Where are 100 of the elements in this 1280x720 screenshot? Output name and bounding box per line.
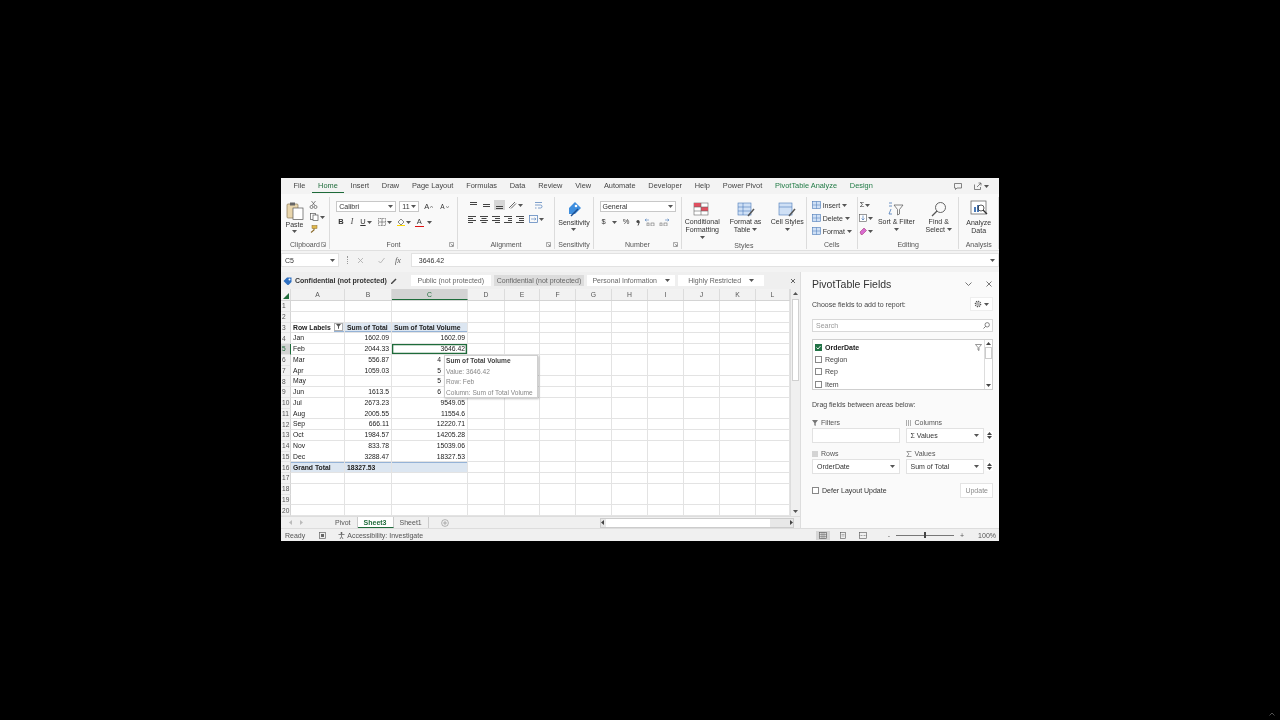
conditional-formatting-icon	[693, 201, 712, 217]
scrollbar-thumb[interactable]	[606, 518, 770, 527]
previous-sheet-icon	[289, 520, 292, 525]
insert-function-button[interactable]: fx	[395, 255, 401, 265]
fill-color-button[interactable]	[395, 217, 412, 227]
share-button[interactable]	[972, 180, 991, 192]
analyze-data-icon	[969, 200, 988, 218]
dialog-launcher-icon[interactable]	[673, 242, 678, 247]
add-icon	[440, 518, 449, 527]
copy-button[interactable]	[308, 212, 326, 222]
chevron-up-icon	[430, 205, 434, 208]
scissors-icon	[308, 201, 318, 209]
scroll-right-icon	[790, 520, 793, 525]
format-cells-icon	[811, 227, 821, 235]
caret-icon	[411, 205, 417, 208]
filter-button[interactable]	[334, 322, 343, 331]
increase-indent-icon	[515, 215, 525, 223]
comments-button[interactable]	[952, 180, 964, 192]
caret-icon	[571, 227, 577, 231]
check-icon	[816, 344, 821, 350]
sort-filter-icon	[887, 201, 906, 217]
caret-icon	[893, 228, 899, 232]
caret-icon	[946, 228, 952, 232]
borders-icon	[377, 218, 386, 226]
caret-icon	[974, 465, 979, 468]
pencil-icon	[389, 277, 397, 284]
scrollbar-thumb[interactable]	[792, 299, 799, 381]
checkbox[interactable]	[815, 368, 822, 376]
caret-icon	[386, 220, 392, 224]
settings-button[interactable]	[970, 297, 993, 311]
caret-icon	[842, 203, 848, 207]
scroll-up-icon	[986, 342, 991, 345]
columns-icon	[905, 419, 912, 426]
close-button[interactable]	[986, 281, 992, 287]
increase-decimal-icon	[645, 218, 656, 226]
caret-icon	[426, 220, 432, 224]
select-all-icon	[283, 293, 289, 299]
clear-button[interactable]	[857, 226, 874, 236]
decrease-indent-icon	[503, 215, 513, 223]
checkbox[interactable]	[815, 343, 822, 351]
cell-styles-icon	[778, 201, 797, 217]
merge-cells-icon	[528, 215, 538, 223]
vertical-scrollbar[interactable]	[790, 289, 800, 516]
eraser-icon	[858, 227, 867, 235]
orientation-button[interactable]	[506, 200, 524, 210]
merge-button[interactable]	[527, 214, 545, 224]
filter-icon	[812, 419, 818, 426]
comment-icon	[954, 182, 962, 190]
caret-icon	[749, 279, 755, 282]
caret-icon	[752, 228, 758, 232]
checkbox[interactable]	[815, 380, 822, 388]
horizontal-scrollbar[interactable]	[600, 517, 794, 528]
caret-icon	[990, 258, 995, 262]
caret-icon	[699, 236, 705, 240]
dialog-launcher-icon[interactable]	[321, 242, 326, 247]
fill-down-icon	[858, 214, 867, 222]
page-layout-view-icon	[838, 531, 847, 539]
pane-options-button[interactable]	[965, 282, 972, 286]
area-scroll-buttons[interactable]	[986, 462, 993, 471]
close-icon	[986, 281, 992, 287]
scroll-down-icon	[986, 384, 991, 387]
caret-icon	[844, 216, 850, 220]
scroll-down-icon	[793, 510, 798, 513]
caret-icon	[319, 215, 325, 219]
scroll-up-icon	[793, 292, 798, 295]
caret-icon	[784, 228, 790, 232]
scrollbar-thumb[interactable]	[985, 347, 992, 359]
checkbox[interactable]	[812, 487, 819, 494]
checkbox[interactable]	[815, 355, 822, 363]
align-lines-icon	[481, 201, 491, 209]
caret-icon	[538, 217, 544, 221]
settings-icon	[974, 300, 982, 308]
normal-view-icon	[818, 531, 827, 539]
caret-icon	[867, 229, 873, 233]
scroll-down-icon	[987, 436, 992, 439]
page-break-view-icon	[858, 531, 867, 539]
format-as-table-icon	[736, 201, 755, 217]
search-icon	[983, 322, 990, 329]
caret-icon	[366, 220, 372, 224]
orientation-icon	[507, 201, 517, 209]
align-center-icon	[479, 215, 489, 223]
borders-button[interactable]	[376, 217, 393, 227]
comma-style-icon	[635, 218, 642, 226]
caret-icon	[517, 203, 523, 207]
chevron-down-icon	[445, 205, 449, 208]
view-button[interactable]	[815, 530, 830, 540]
share-icon	[974, 182, 982, 190]
scroll-up-icon	[987, 432, 992, 435]
close-button[interactable]	[790, 277, 796, 284]
copy-icon	[309, 213, 319, 221]
collapse-ribbon-icon	[1269, 712, 1275, 716]
dialog-launcher-icon[interactable]	[449, 242, 454, 247]
fill-button[interactable]	[857, 213, 874, 223]
dialog-launcher-icon[interactable]	[546, 242, 551, 247]
scroll-up-icon	[987, 463, 992, 466]
area-scroll-buttons[interactable]	[986, 431, 993, 440]
vertical-scrollbar[interactable]	[984, 340, 992, 389]
filter-icon	[336, 324, 341, 330]
vertical-align-button[interactable]	[493, 200, 505, 210]
next-sheet-icon	[300, 520, 303, 525]
